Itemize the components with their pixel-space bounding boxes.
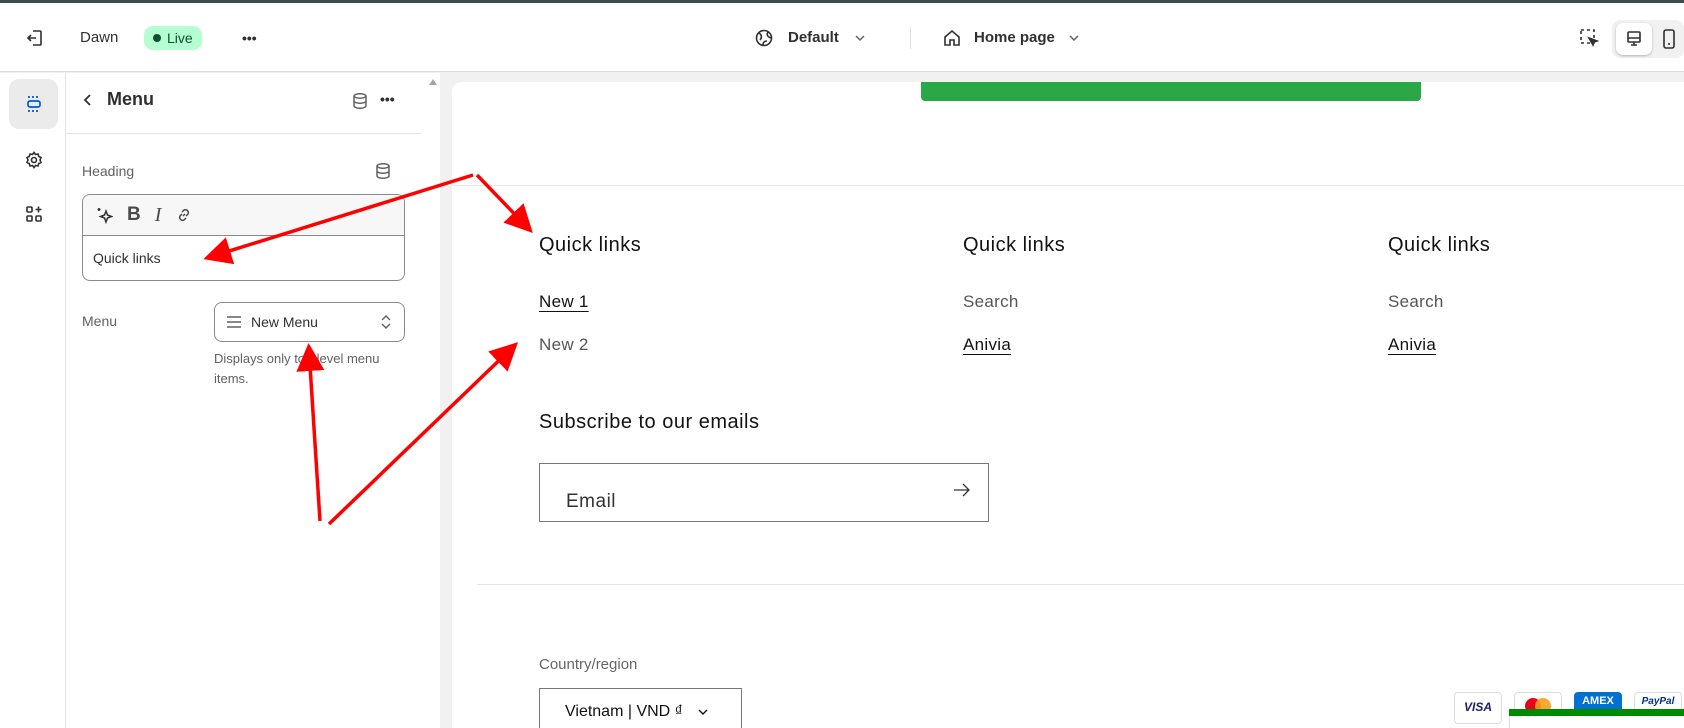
home-icon — [944, 29, 960, 46]
theme-preview: Calculate Quick links New 1 New 2 Quick … — [452, 82, 1684, 728]
back-button[interactable]: Menu — [81, 89, 154, 110]
visa-icon: VISA — [1454, 692, 1502, 724]
panel-scrollbar[interactable] — [426, 73, 440, 728]
amex-label: AMEX — [1582, 695, 1614, 707]
divider — [477, 584, 1684, 585]
email-field[interactable]: Email — [539, 463, 989, 522]
select-element-icon — [1580, 28, 1600, 47]
sparkle-ai-icon[interactable] — [95, 206, 113, 224]
apps-add-icon — [25, 206, 42, 222]
live-status-badge: Live — [144, 25, 202, 50]
menu-label: Menu — [82, 313, 118, 329]
chevron-down-icon — [855, 34, 865, 41]
heading-rich-text-editor: B I Quick links — [82, 194, 405, 281]
dynamic-source-button[interactable] — [351, 92, 369, 115]
italic-icon[interactable]: I — [155, 204, 162, 227]
footer-link[interactable]: Anivia — [963, 335, 1011, 355]
panel-more-button[interactable]: ••• — [380, 91, 395, 107]
footer-column: Quick links New 1 New 2 — [539, 234, 919, 354]
divider — [66, 133, 421, 134]
more-actions-button[interactable]: ••• — [242, 3, 257, 72]
sidebar-rail — [0, 73, 66, 728]
link-icon[interactable] — [175, 206, 193, 224]
sidebar-item-sections[interactable] — [9, 79, 58, 129]
page-selector[interactable]: Home page — [942, 3, 1081, 72]
chevron-left-icon — [83, 93, 91, 106]
exit-icon — [26, 29, 42, 46]
calculate-button[interactable]: Calculate — [921, 82, 1421, 101]
footer-link[interactable]: Search — [1388, 292, 1444, 312]
database-icon — [353, 93, 367, 109]
menu-help-text: Displays only top-level menu items. — [214, 351, 380, 386]
select-arrows-icon — [381, 315, 391, 329]
desktop-view-button[interactable] — [1616, 23, 1652, 55]
arrow-right-icon[interactable] — [952, 482, 972, 498]
divider — [910, 27, 911, 49]
preset-selector[interactable]: Default — [754, 3, 867, 72]
footer-link[interactable]: Anivia — [1388, 335, 1436, 355]
chevron-down-icon — [698, 709, 708, 715]
settings-panel: Menu ••• Heading B I Quick links Menu Ne… — [66, 73, 440, 728]
green-bar-widget — [1509, 709, 1684, 716]
divider — [452, 185, 1684, 186]
bold-icon[interactable]: B — [127, 204, 141, 226]
status-dot-icon — [153, 33, 161, 42]
column-heading: Quick links — [963, 234, 1066, 256]
subscribe-heading: Subscribe to our emails — [539, 411, 760, 433]
sidebar-item-settings[interactable] — [9, 135, 58, 185]
footer-link[interactable]: New 1 — [539, 292, 589, 312]
column-heading: Quick links — [1388, 234, 1491, 256]
menu-list-icon — [227, 316, 241, 328]
sections-icon — [26, 96, 41, 112]
inspector-button[interactable] — [1578, 3, 1600, 72]
country-label: Country/region — [539, 656, 638, 673]
desktop-icon — [1627, 31, 1641, 46]
menu-select[interactable]: New Menu — [214, 302, 405, 342]
status-label: Live — [167, 29, 193, 46]
country-select[interactable]: Vietnam | VND ₫ — [539, 688, 742, 728]
chevron-down-icon — [1069, 34, 1079, 41]
preset-label: Default — [788, 29, 839, 46]
heading-dynamic-source-button[interactable] — [374, 162, 392, 185]
globe-icon — [755, 29, 773, 46]
top-bar: Dawn Live ••• Default Home page — [0, 3, 1684, 72]
exit-button[interactable] — [24, 3, 46, 72]
theme-name: Dawn — [80, 29, 119, 46]
page-label: Home page — [974, 29, 1055, 46]
mobile-icon — [1663, 29, 1675, 49]
mobile-view-button[interactable] — [1662, 29, 1676, 54]
floating-widget[interactable] — [1509, 716, 1684, 728]
country-value: Vietnam | VND ₫ — [565, 703, 683, 720]
gear-icon — [25, 151, 42, 169]
sidebar-item-apps[interactable] — [9, 189, 58, 239]
heading-label: Heading — [82, 163, 135, 179]
footer-column: Quick links Search Anivia — [963, 234, 1343, 354]
menu-select-value: New Menu — [251, 314, 318, 330]
column-heading: Quick links — [539, 234, 642, 256]
footer-link[interactable]: New 2 — [539, 335, 589, 355]
footer-column: Quick links Search Anivia — [1388, 234, 1678, 354]
editor-toolbar: B I — [83, 195, 404, 236]
heading-input[interactable]: Quick links — [83, 236, 404, 266]
panel-title: Menu — [107, 89, 154, 109]
scroll-up-arrow-icon[interactable] — [429, 79, 437, 85]
viewport-toggle — [1612, 20, 1684, 58]
database-icon — [376, 163, 390, 179]
paypal-label: PayPal — [1641, 696, 1675, 707]
email-placeholder: Email — [566, 491, 617, 512]
footer-link[interactable]: Search — [963, 292, 1019, 312]
